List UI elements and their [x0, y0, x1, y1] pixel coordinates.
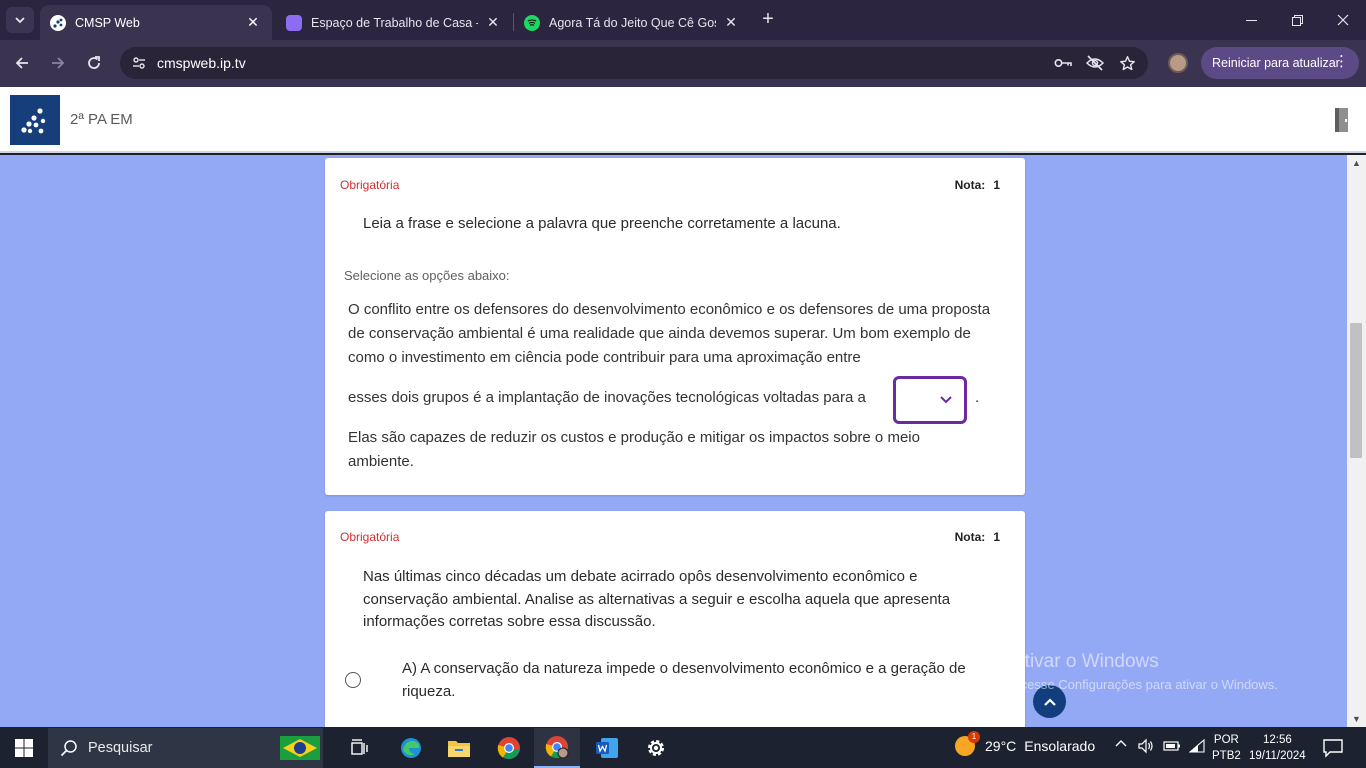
score-label: Nota: 1	[955, 530, 1000, 544]
settings-gear-icon[interactable]	[642, 734, 670, 762]
chevron-down-icon	[15, 17, 25, 24]
app-favicon-icon	[286, 14, 302, 31]
option-radio[interactable]	[345, 672, 361, 688]
address-bar[interactable]: cmspweb.ip.tv	[120, 47, 1148, 79]
forward-arrow-icon[interactable]	[45, 50, 71, 76]
close-window-icon[interactable]	[1320, 0, 1366, 40]
battery-icon[interactable]	[1163, 738, 1181, 757]
weather-condition: Ensolarado	[1024, 738, 1096, 754]
question-prompt: Nas últimas cinco décadas um debate acir…	[363, 568, 951, 630]
clock-date: 19/11/2024	[1249, 750, 1306, 762]
restart-to-update-button[interactable]: Reiniciar para atualizar ⋮	[1201, 47, 1359, 79]
scroll-up-arrow-icon[interactable]: ▲	[1347, 155, 1366, 171]
chrome-profile-active-icon[interactable]	[534, 728, 580, 768]
tab-title: Espaço de Trabalho de Casa - Sl	[311, 15, 478, 30]
browser-tab-strip: CMSP Web ✕ Espaço de Trabalho de Casa - …	[0, 0, 1366, 40]
update-button-label: Reiniciar para atualizar	[1212, 56, 1340, 70]
sun-icon: 1	[955, 731, 980, 756]
page-scrollbar[interactable]: ▲ ▼	[1347, 155, 1366, 727]
blank-dropdown[interactable]	[893, 376, 967, 424]
reload-icon[interactable]	[81, 50, 107, 76]
option-label[interactable]: A) A conservação da natureza impede o de…	[402, 658, 992, 703]
question-paragraph-part2: esses dois grupos é a implantação de ino…	[348, 389, 866, 406]
windows-start-icon[interactable]	[10, 734, 38, 762]
tab-search-button[interactable]	[6, 7, 34, 33]
content-area: Obrigatória Nota: 1 Leia a frase e seleci…	[0, 155, 1347, 727]
browser-toolbar: cmspweb.ip.tv	[0, 40, 1366, 87]
weather-widget[interactable]: 1 29°C Ensolarado	[955, 731, 1096, 756]
required-label: Obrigatória	[340, 178, 400, 192]
required-label: Obrigatória	[340, 530, 400, 544]
taskbar-search-placeholder: Pesquisar	[88, 740, 153, 756]
page-title: 2ª PA EM	[70, 111, 133, 128]
windows-taskbar: Pesquisar 1 29°C Ensolarado POR PTB2 12:…	[0, 728, 1366, 768]
chrome-icon[interactable]	[495, 734, 523, 762]
cmsp-logo[interactable]	[10, 95, 60, 145]
instruction-hint: Selecione as opções abaixo:	[344, 268, 510, 283]
close-tab-icon[interactable]: ✕	[722, 14, 740, 31]
eye-off-icon[interactable]	[1086, 54, 1104, 72]
site-settings-icon[interactable]	[130, 54, 148, 72]
bookmark-star-icon[interactable]	[1118, 54, 1136, 72]
score-value: 1	[993, 178, 1000, 192]
tab-title: CMSP Web	[75, 15, 140, 30]
close-tab-icon[interactable]: ✕	[484, 14, 502, 31]
task-view-icon[interactable]	[346, 734, 374, 762]
back-arrow-icon[interactable]	[9, 50, 35, 76]
exit-door-icon[interactable]	[1333, 106, 1351, 134]
blank-trailing-period: .	[975, 389, 980, 406]
word-icon[interactable]	[593, 734, 621, 762]
question-paragraph-part1: O conflito entre os defensores do desenv…	[348, 301, 991, 366]
tab-title: Agora Tá do Jeito Que Cê Gosta	[549, 15, 716, 30]
brazil-flag-icon[interactable]	[278, 732, 322, 764]
language-code: POR	[1213, 734, 1239, 746]
question-card: Obrigatória Nota: 1 Leia a frase e seleci…	[325, 158, 1025, 495]
more-menu-icon[interactable]: ⋮	[1334, 54, 1349, 70]
weather-temperature: 29°C	[985, 738, 1017, 754]
url-text[interactable]: cmspweb.ip.tv	[157, 55, 246, 71]
question-card: Obrigatória Nota: 1 Nas últimas cinco déc…	[325, 511, 1025, 727]
question-paragraph-part3: Elas são capazes de reduzir os custos e …	[348, 429, 920, 470]
restore-icon[interactable]	[1274, 0, 1320, 40]
wifi-icon[interactable]	[1188, 738, 1205, 757]
spotify-favicon-icon	[524, 14, 540, 31]
scroll-down-arrow-icon[interactable]: ▼	[1347, 711, 1366, 727]
score-label-text: Nota:	[954, 178, 986, 192]
file-explorer-icon[interactable]	[445, 734, 473, 762]
chevron-up-icon	[1043, 697, 1056, 706]
clock-time: 12:56	[1262, 734, 1292, 746]
profile-avatar[interactable]	[1168, 53, 1188, 73]
system-clock[interactable]: 12:56 19/11/2024	[1249, 732, 1306, 764]
close-tab-icon[interactable]: ✕	[244, 14, 262, 31]
score-label-text: Nota:	[954, 530, 986, 544]
weather-badge: 1	[968, 731, 980, 743]
password-key-icon[interactable]	[1054, 54, 1072, 72]
tab-espaco-trabalho[interactable]: Espaço de Trabalho de Casa - Sl ✕	[276, 5, 512, 40]
tab-cmsp-web[interactable]: CMSP Web ✕	[40, 5, 272, 40]
score-value: 1	[993, 530, 1000, 544]
tab-spotify[interactable]: Agora Tá do Jeito Que Cê Gosta ✕	[514, 5, 750, 40]
notification-icon[interactable]	[1322, 738, 1344, 758]
scrollbar-thumb[interactable]	[1350, 323, 1362, 458]
speaker-icon[interactable]	[1138, 738, 1154, 757]
question-prompt: Leia a frase e selecione a palavra que p…	[363, 215, 841, 232]
input-language-indicator[interactable]: POR PTB2	[1212, 732, 1241, 764]
page-header: 2ª PA EM	[0, 87, 1366, 153]
new-tab-icon[interactable]: +	[758, 8, 778, 32]
search-icon	[60, 740, 77, 757]
score-label: Nota: 1	[955, 178, 1000, 192]
chevron-up-icon[interactable]	[1115, 738, 1127, 753]
minimize-icon[interactable]	[1228, 0, 1274, 40]
keyboard-layout: PTB2	[1212, 750, 1241, 762]
edge-browser-icon[interactable]	[397, 734, 425, 762]
cmsp-favicon-icon	[50, 14, 66, 31]
scroll-to-top-button[interactable]	[1033, 685, 1066, 718]
chevron-down-icon	[940, 396, 952, 404]
